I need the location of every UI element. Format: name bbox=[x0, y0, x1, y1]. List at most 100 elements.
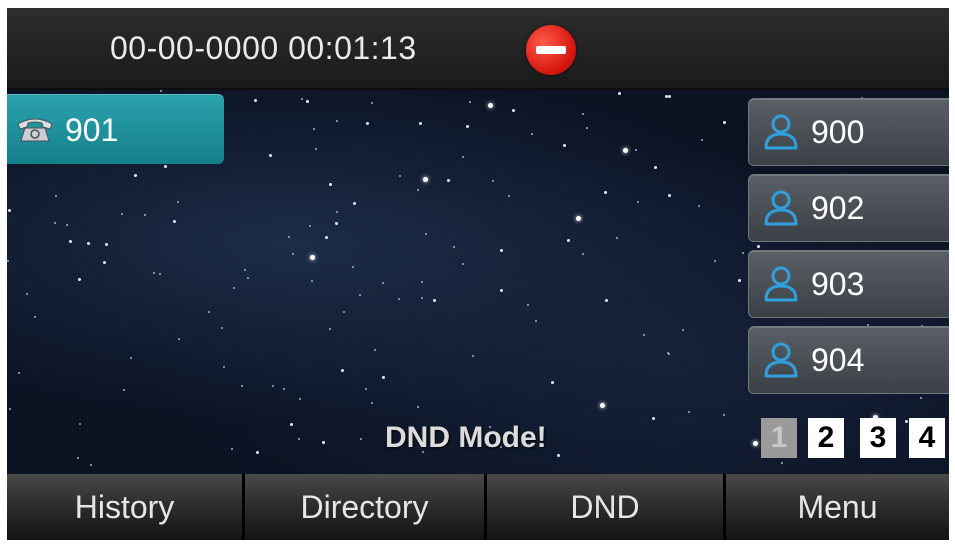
star-decoration bbox=[604, 191, 607, 194]
star-decoration bbox=[353, 202, 356, 205]
star-decoration bbox=[221, 327, 223, 329]
star-decoration bbox=[241, 385, 243, 387]
page-indicator-3[interactable]: 3 bbox=[860, 418, 896, 458]
star-decoration bbox=[311, 280, 313, 282]
star-decoration bbox=[306, 100, 309, 103]
star-decoration bbox=[668, 95, 671, 98]
star-decoration bbox=[336, 211, 338, 213]
star-decoration bbox=[66, 224, 68, 226]
star-decoration bbox=[164, 165, 167, 168]
star-decoration bbox=[399, 175, 401, 177]
star-decoration bbox=[667, 352, 669, 354]
star-decoration bbox=[557, 454, 560, 457]
star-decoration bbox=[301, 98, 303, 100]
star-decoration bbox=[233, 287, 235, 289]
star-decoration bbox=[144, 214, 146, 216]
star-decoration bbox=[637, 201, 639, 203]
star-decoration bbox=[781, 462, 783, 464]
page-indicator-4[interactable]: 4 bbox=[909, 418, 945, 458]
star-decoration bbox=[54, 222, 56, 224]
star-decoration bbox=[453, 246, 455, 248]
dnd-status-message: DND Mode! bbox=[385, 421, 547, 454]
star-decoration bbox=[757, 245, 760, 248]
star-decoration bbox=[299, 398, 301, 400]
star-decoration bbox=[421, 281, 423, 283]
star-decoration bbox=[616, 237, 618, 239]
star-decoration bbox=[425, 233, 427, 235]
blf-key-902[interactable]: 902 bbox=[748, 174, 949, 242]
star-decoration bbox=[292, 253, 294, 255]
star-decoration bbox=[462, 263, 464, 265]
star-decoration bbox=[322, 441, 325, 444]
softkey-bar: History Directory DND Menu bbox=[7, 474, 949, 540]
star-decoration bbox=[90, 464, 92, 466]
status-bar: 00-00-0000 00:01:13 bbox=[7, 8, 949, 90]
star-decoration bbox=[508, 195, 510, 197]
line-key-901[interactable]: 901 bbox=[7, 94, 224, 164]
star-decoration bbox=[398, 298, 400, 300]
star-decoration bbox=[336, 120, 338, 122]
star-decoration bbox=[208, 311, 210, 313]
star-decoration bbox=[371, 402, 373, 404]
star-decoration bbox=[742, 252, 744, 254]
star-decoration bbox=[360, 438, 362, 440]
star-decoration bbox=[682, 329, 684, 331]
star-decoration bbox=[488, 103, 493, 108]
star-decoration bbox=[500, 289, 503, 292]
blf-key-label: 902 bbox=[811, 190, 865, 226]
menu-softkey[interactable]: Menu bbox=[726, 474, 949, 540]
star-decoration bbox=[223, 366, 225, 368]
star-decoration bbox=[366, 122, 369, 125]
star-decoration bbox=[343, 311, 345, 313]
history-softkey[interactable]: History bbox=[7, 474, 242, 540]
star-decoration bbox=[103, 261, 106, 264]
dnd-softkey[interactable]: DND bbox=[487, 474, 723, 540]
star-decoration bbox=[433, 299, 436, 302]
star-decoration bbox=[723, 121, 726, 124]
star-decoration bbox=[26, 293, 28, 295]
star-decoration bbox=[654, 166, 657, 169]
star-decoration bbox=[247, 277, 249, 279]
star-decoration bbox=[652, 417, 655, 420]
star-decoration bbox=[329, 328, 331, 330]
star-decoration bbox=[423, 177, 428, 182]
star-decoration bbox=[466, 125, 469, 128]
star-decoration bbox=[9, 408, 11, 410]
blf-key-904[interactable]: 904 bbox=[748, 326, 949, 394]
page-indicator-2[interactable]: 2 bbox=[808, 418, 844, 458]
directory-softkey[interactable]: Directory bbox=[245, 474, 484, 540]
star-decoration bbox=[55, 195, 57, 197]
star-decoration bbox=[698, 205, 700, 207]
star-decoration bbox=[105, 243, 108, 246]
phone-screen: 00-00-0000 00:01:13 901 900 902 903 904 … bbox=[7, 8, 949, 540]
star-decoration bbox=[290, 423, 293, 426]
star-decoration bbox=[352, 266, 354, 268]
star-decoration bbox=[341, 369, 344, 372]
star-decoration bbox=[7, 260, 9, 262]
star-decoration bbox=[738, 279, 741, 282]
star-decoration bbox=[256, 451, 259, 454]
contact-icon bbox=[764, 114, 798, 150]
star-decoration bbox=[325, 236, 328, 239]
contact-icon bbox=[764, 190, 798, 226]
star-decoration bbox=[512, 109, 515, 112]
star-decoration bbox=[283, 388, 285, 390]
blf-key-label: 904 bbox=[811, 342, 865, 378]
star-decoration bbox=[130, 357, 132, 359]
star-decoration bbox=[600, 403, 605, 408]
star-decoration bbox=[605, 299, 608, 302]
star-decoration bbox=[643, 334, 645, 336]
star-decoration bbox=[313, 128, 315, 130]
blf-key-900[interactable]: 900 bbox=[748, 98, 949, 166]
star-decoration bbox=[576, 216, 581, 221]
star-decoration bbox=[153, 272, 155, 274]
datetime: 00-00-0000 00:01:13 bbox=[110, 30, 417, 66]
page-indicator-1[interactable]: 1 bbox=[761, 418, 797, 458]
line-key-label: 901 bbox=[65, 112, 119, 148]
star-decoration bbox=[421, 297, 423, 299]
star-decoration bbox=[315, 148, 317, 150]
star-decoration bbox=[77, 457, 79, 459]
star-decoration bbox=[623, 148, 628, 153]
blf-key-903[interactable]: 903 bbox=[748, 250, 949, 318]
star-decoration bbox=[269, 154, 272, 157]
